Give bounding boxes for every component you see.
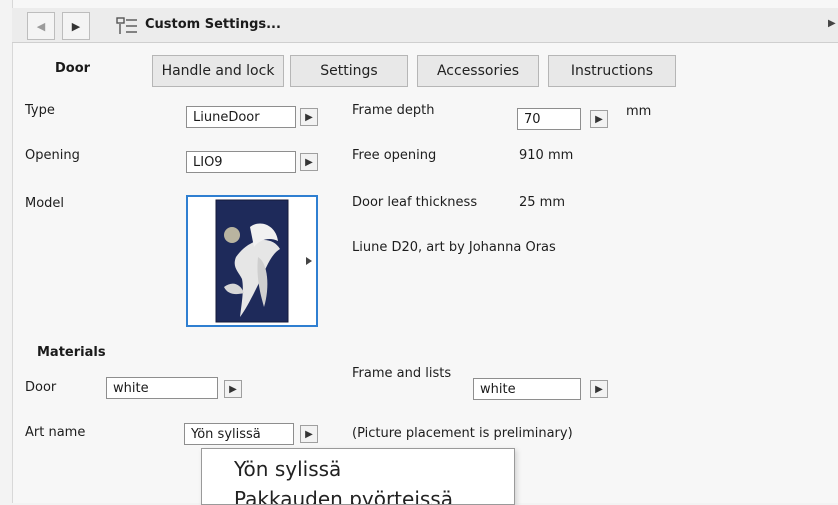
caret-right-icon: ▶	[229, 383, 237, 395]
tab-accessories[interactable]: Accessories	[417, 55, 539, 87]
caret-right-icon: ▶	[595, 113, 603, 125]
frame-depth-label: Frame depth	[352, 103, 435, 118]
type-field[interactable]: LiuneDoor	[186, 106, 296, 128]
door-material-dropdown-button[interactable]: ▶	[224, 380, 242, 398]
chevron-left-icon: ◀	[36, 19, 46, 33]
tab-instructions[interactable]: Instructions	[548, 55, 676, 87]
opening-label: Opening	[25, 148, 80, 163]
door-material-label: Door	[25, 380, 57, 395]
opening-field[interactable]: LIO9	[186, 151, 296, 173]
art-name-dropdown-menu[interactable]: Yön sylissä Pakkauden pyörteissä	[201, 448, 515, 505]
chevron-right-icon: ▶	[71, 19, 81, 33]
door-art-thumbnail	[215, 199, 312, 323]
art-name-dropdown-button[interactable]: ▶	[300, 425, 318, 443]
model-preview[interactable]	[186, 195, 318, 327]
back-button[interactable]: ◀	[27, 12, 55, 40]
dropdown-item[interactable]: Pakkauden pyörteissä	[234, 487, 453, 504]
caret-right-icon: ▶	[305, 111, 313, 123]
type-label: Type	[25, 103, 55, 118]
art-name-label: Art name	[25, 425, 86, 440]
model-label: Model	[25, 196, 65, 211]
caret-right-icon: ▶	[305, 428, 313, 440]
tab-settings[interactable]: Settings	[290, 55, 408, 87]
opening-dropdown-button[interactable]: ▶	[300, 153, 318, 171]
art-name-field[interactable]: Yön sylissä	[184, 423, 294, 445]
tab-door[interactable]: Door	[55, 61, 90, 76]
frame-lists-dropdown-button[interactable]: ▶	[590, 380, 608, 398]
frame-depth-unit: mm	[626, 104, 652, 119]
page-title: Custom Settings...	[145, 17, 281, 32]
tab-handle-lock[interactable]: Handle and lock	[152, 55, 284, 87]
frame-lists-field[interactable]: white	[473, 378, 581, 400]
frame-lists-label: Frame and lists	[352, 366, 452, 381]
materials-heading: Materials	[37, 345, 106, 360]
forward-button[interactable]: ▶	[62, 12, 90, 40]
door-leaf-thickness-label: Door leaf thickness	[352, 195, 478, 210]
door-leaf-thickness-value: 25 mm	[519, 195, 566, 210]
picture-placement-note: (Picture placement is preliminary)	[352, 426, 573, 441]
panel-expand-arrow[interactable]: ▶	[828, 18, 836, 29]
frame-depth-dropdown-button[interactable]: ▶	[590, 110, 608, 128]
door-material-field[interactable]: white	[106, 377, 218, 399]
dropdown-item[interactable]: Yön sylissä	[234, 457, 341, 481]
caret-right-icon: ▶	[305, 156, 313, 168]
free-opening-label: Free opening	[352, 148, 437, 163]
caret-right-icon: ▶	[828, 18, 836, 29]
caret-right-icon: ▶	[595, 383, 603, 395]
custom-settings-icon[interactable]	[115, 14, 139, 38]
settings-icon	[116, 17, 137, 34]
frame-depth-field[interactable]: 70	[517, 108, 581, 130]
type-dropdown-button[interactable]: ▶	[300, 108, 318, 126]
free-opening-value: 910 mm	[519, 148, 574, 163]
model-caption: Liune D20, art by Johanna Oras	[352, 240, 556, 255]
